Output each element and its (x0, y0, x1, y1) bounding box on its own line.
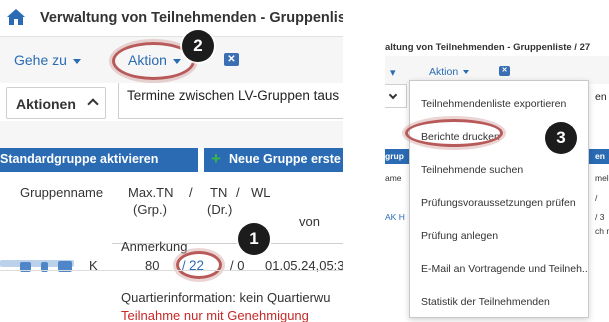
col-header-max-tn: Max.TN (128, 185, 174, 200)
right-title-bar: altung von Teilnehmenden - Gruppenliste … (385, 42, 609, 54)
right-header-fragment: mel (595, 173, 609, 183)
caret-down-icon (72, 58, 81, 64)
screenshot-canvas: Verwaltung von Teilnehmenden - Gruppenli… (0, 0, 609, 322)
col-header-tn: TN (210, 185, 228, 200)
right-button-fragment: en (595, 151, 605, 161)
right-actions-toggle[interactable] (385, 84, 407, 108)
activate-standard-group-button[interactable]: Standardgruppe aktivieren (0, 152, 158, 166)
group-table: Gruppenname Max.TN / TN / WL (Grp.) (Dr.… (0, 172, 343, 322)
actions-row: Aktionen Termine zwischen LV-Gruppen tau… (0, 83, 343, 121)
step-badge-2: 2 (182, 30, 214, 62)
right-row-fragment: AK H (385, 212, 405, 222)
action-select[interactable]: Termine zwischen LV-Gruppen taus (118, 83, 343, 119)
spacer (0, 121, 343, 148)
home-icon[interactable] (6, 8, 26, 26)
col-header-von: von (299, 214, 320, 229)
button-separator (198, 148, 204, 172)
col-header-slash: / (236, 185, 240, 200)
col-header-anmerkung: Anmerkung (121, 239, 188, 254)
col-header-slash: / (189, 185, 193, 200)
right-action-dropdown[interactable]: Aktion (429, 66, 470, 78)
col-header-wl: WL (251, 185, 271, 200)
menu-item-export-list[interactable]: Teilnehmendenliste exportieren (410, 88, 588, 120)
right-action-label: Aktion (429, 66, 459, 78)
right-select-fragment: en (595, 91, 607, 103)
menu-item-search-participants[interactable]: Teilnehmende suchen (410, 154, 588, 186)
right-page-title: altung von Teilnehmenden - Gruppenliste … (385, 42, 591, 53)
actions-toggle-label: Aktionen (16, 96, 76, 112)
goto-label: Gehe zu (14, 52, 67, 68)
row-divider (0, 270, 343, 271)
highlight-ring-print-reports (405, 119, 503, 147)
goto-dropdown[interactable]: Gehe zu (14, 52, 81, 68)
title-bar: Verwaltung von Teilnehmenden - Gruppenli… (0, 0, 343, 37)
menu-item-statistics[interactable]: Statistik der Teilnehmenden (410, 286, 588, 318)
caret-down-icon (463, 70, 470, 75)
left-panel: Verwaltung von Teilnehmenden - Gruppenli… (0, 0, 343, 322)
right-row-fragment: / 3 (595, 212, 605, 222)
right-header-fragment: / (595, 193, 598, 203)
highlight-ring-tn (176, 251, 222, 279)
action-select-value: Termine zwischen LV-Gruppen taus (127, 88, 340, 103)
step-badge-1: 1 (238, 223, 270, 255)
plus-icon: + (211, 149, 221, 168)
new-group-button[interactable]: Neue Gruppe erste (229, 152, 341, 166)
right-row-fragment: ch n (595, 226, 609, 236)
group-button-bar: Standardgruppe aktivieren + Neue Gruppe … (0, 148, 343, 172)
close-square-icon[interactable]: ✕ (224, 53, 239, 66)
step-badge-3: 3 (545, 122, 577, 154)
right-panel: altung von Teilnehmenden - Gruppenliste … (385, 42, 609, 322)
col-header-grp: (Grp.) (133, 202, 167, 217)
action-dropdown-menu: Teilnehmendenliste exportieren Berichte … (409, 80, 589, 318)
right-button-fragment: grup (385, 151, 404, 161)
col-header-group-name: Gruppenname (20, 185, 104, 200)
menu-item-check-prerequisites[interactable]: Prüfungsvoraussetzungen prüfen (410, 187, 588, 219)
page-title: Verwaltung von Teilnehmenden - Gruppenli… (40, 10, 343, 26)
caret-down-icon: ▾ (390, 67, 396, 79)
close-square-icon[interactable]: ✕ (499, 66, 510, 76)
chevron-up-icon (87, 98, 99, 110)
chevron-down-icon (388, 90, 398, 100)
menu-item-email[interactable]: E-Mail an Vortragende und Teilneh... (410, 253, 588, 285)
col-header-dr: (Dr.) (207, 202, 233, 217)
restriction-note: Teilnahme nur mit Genehmigung (121, 308, 309, 322)
right-header-fragment: ame (385, 173, 402, 183)
actions-toggle-button[interactable]: Aktionen (6, 87, 106, 119)
quarter-note: Quartierinformation: kein Quartierwu (121, 290, 331, 305)
menu-item-create-exam[interactable]: Prüfung anlegen (410, 220, 588, 252)
